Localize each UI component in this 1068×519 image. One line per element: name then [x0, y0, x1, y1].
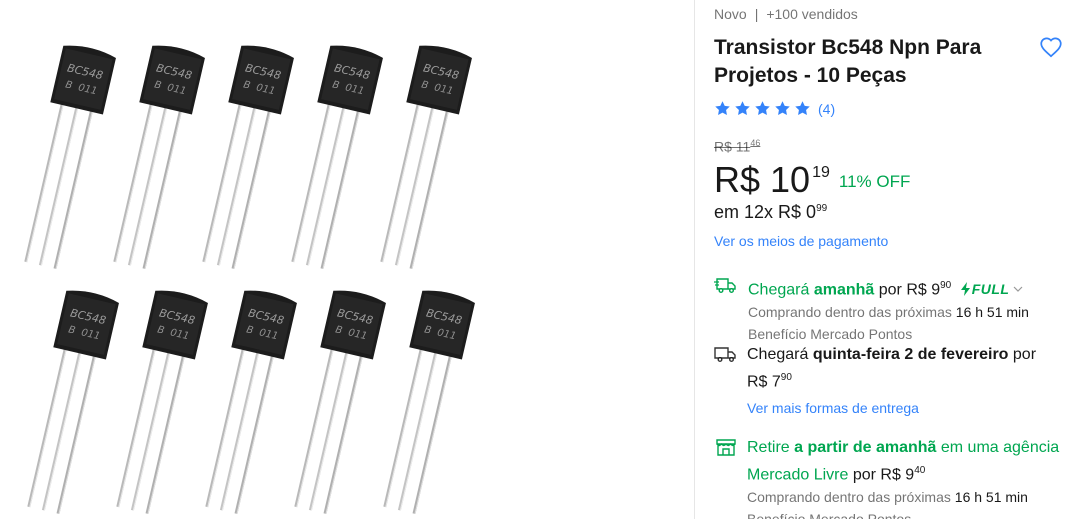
product-subtitle: Novo | +100 vendidos [714, 6, 858, 22]
fast-price-cents: 90 [940, 280, 952, 291]
star-icon [735, 101, 750, 116]
original-price-cents: 46 [750, 138, 761, 148]
fast-note-prefix: Comprando dentro das próximas [748, 304, 952, 321]
heart-icon[interactable] [1038, 34, 1064, 60]
truck-icon [714, 347, 736, 362]
fast-note: Comprando dentro das próximas 16 h 51 mi… [748, 301, 1066, 323]
product-title: Transistor Bc548 Npn Para Projetos - 10 … [714, 36, 982, 87]
star-icon [755, 101, 770, 116]
pickup-text: Retire a partir de amanhã em uma agência… [747, 436, 1065, 486]
price-main: R$ 10 [714, 159, 811, 200]
standard-arrives: Chegará [747, 346, 809, 363]
subtitle-separator: | [754, 6, 759, 22]
standard-shipping-text: Chegará quinta-feira 2 de fevereiro por … [747, 343, 1065, 393]
pickup-benefit: Benefício Mercado Pontos [747, 508, 1065, 519]
star-icon [775, 101, 790, 116]
standard-price-cents: 90 [780, 372, 792, 383]
panel-divider [694, 0, 695, 519]
pickup-note: Comprando dentro das próximas 16 h 51 mi… [747, 486, 1065, 508]
pickup-price: por R$ 9 [852, 466, 915, 484]
installments-main: em 12x R$ 0 [714, 202, 817, 222]
rating-count[interactable]: (4) [818, 101, 835, 117]
condition-label: Novo [714, 6, 747, 22]
original-price-main: R$ 11 [714, 138, 751, 155]
fast-arrives: Chegará [748, 281, 810, 299]
star-icon [715, 101, 730, 116]
pickup-when: a partir de amanhã [794, 439, 937, 456]
pickup-price-cents: 40 [914, 465, 926, 476]
installments-cents: 99 [816, 203, 828, 214]
truck-fast-icon [714, 278, 736, 293]
lightning-icon [960, 282, 970, 297]
current-price: R$ 10 19 11% OFF [714, 160, 910, 200]
pickup-retire: Retire [747, 439, 790, 456]
transistor-grid: BC548 B 011 BC548 B 011 BC548 B 011 BC548 B 011… [22, 45, 512, 519]
fast-price: por R$ 9 [878, 281, 941, 299]
sold-count: +100 vendidos [766, 6, 858, 22]
full-badge[interactable]: FULL [960, 278, 1024, 301]
chevron-down-icon [1014, 286, 1023, 293]
standard-price: R$ 7 [747, 373, 781, 391]
transistor-image: BC548 B 011 [378, 45, 488, 275]
full-label: FULL [971, 280, 1010, 297]
payment-methods-link[interactable]: Ver os meios de pagamento [714, 233, 888, 249]
pickup-note-time: 16 h 51 min [954, 489, 1028, 506]
star-icon [795, 101, 810, 116]
price-cents: 19 [812, 164, 830, 181]
store-icon [716, 439, 736, 456]
rating-stars [714, 100, 811, 117]
pickup-note-prefix: Comprando dentro das próximas [747, 489, 951, 506]
installments: em 12x R$ 099 [714, 202, 827, 223]
fast-when: amanhã [813, 281, 875, 299]
product-image[interactable]: BC548 B 011 BC548 B 011 BC548 B 011 BC548 B 011… [0, 0, 694, 519]
transistor-image: BC548 B 011 [381, 290, 491, 519]
more-delivery-options-link[interactable]: Ver mais formas de entrega [747, 397, 1065, 419]
standard-when: quinta-feira 2 de fevereiro [812, 346, 1009, 363]
discount-badge: 11% OFF [838, 172, 911, 191]
rating[interactable]: (4) [714, 100, 835, 117]
fast-note-time: 16 h 51 min [955, 304, 1029, 321]
fast-shipping-text: Chegará amanhã por R$ 990 FULL [748, 274, 1066, 301]
standard-by: por [1012, 346, 1037, 363]
original-price: R$ 1146 [714, 138, 760, 155]
